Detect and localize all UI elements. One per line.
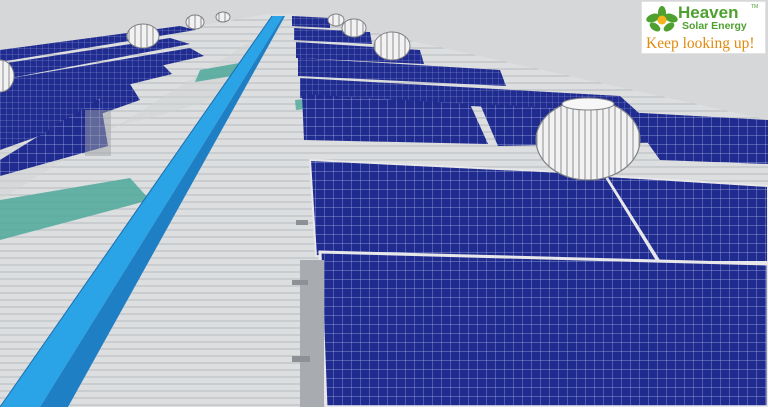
- logo-trademark: TM: [751, 4, 759, 10]
- logo-brand: Heaven: [678, 3, 739, 22]
- right-solar-arrays-near: [292, 158, 768, 407]
- flower-icon: [646, 6, 678, 32]
- logo-subtitle: Solar Energy: [682, 20, 747, 32]
- logo-tagline: Keep looking up!: [646, 35, 755, 52]
- heaven-solar-logo: Heaven TM Solar Energy Keep looking up!: [641, 1, 766, 54]
- rooftop-solar-scene: [0, 0, 768, 407]
